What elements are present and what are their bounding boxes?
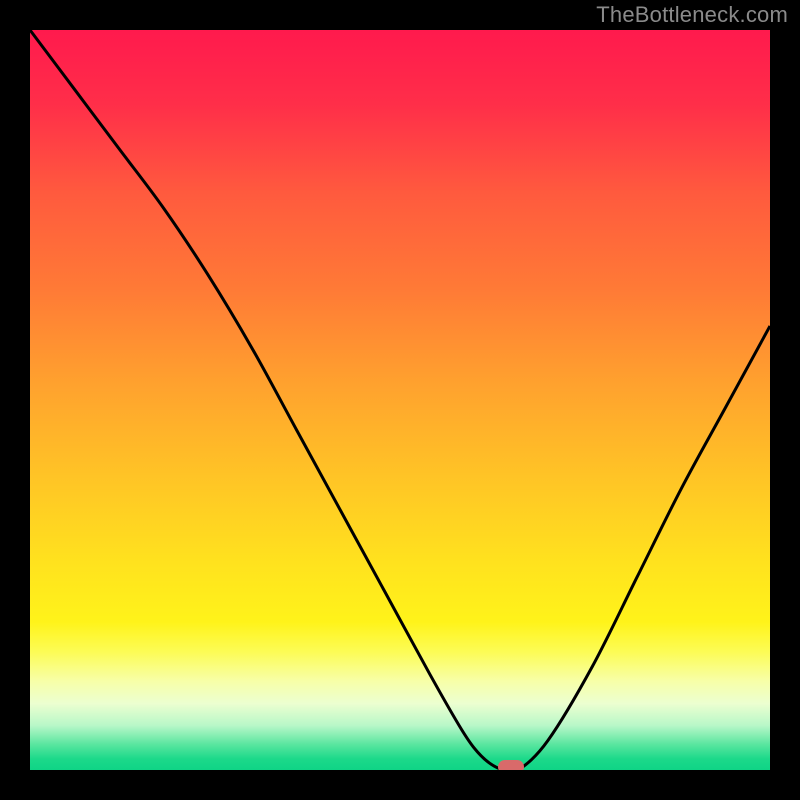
bottleneck-curve <box>30 30 770 770</box>
chart-container: TheBottleneck.com <box>0 0 800 800</box>
curve-layer <box>30 30 770 770</box>
plot-area <box>30 30 770 770</box>
plot-frame <box>30 30 770 770</box>
watermark-text: TheBottleneck.com <box>596 2 788 28</box>
optimal-marker <box>498 760 524 770</box>
